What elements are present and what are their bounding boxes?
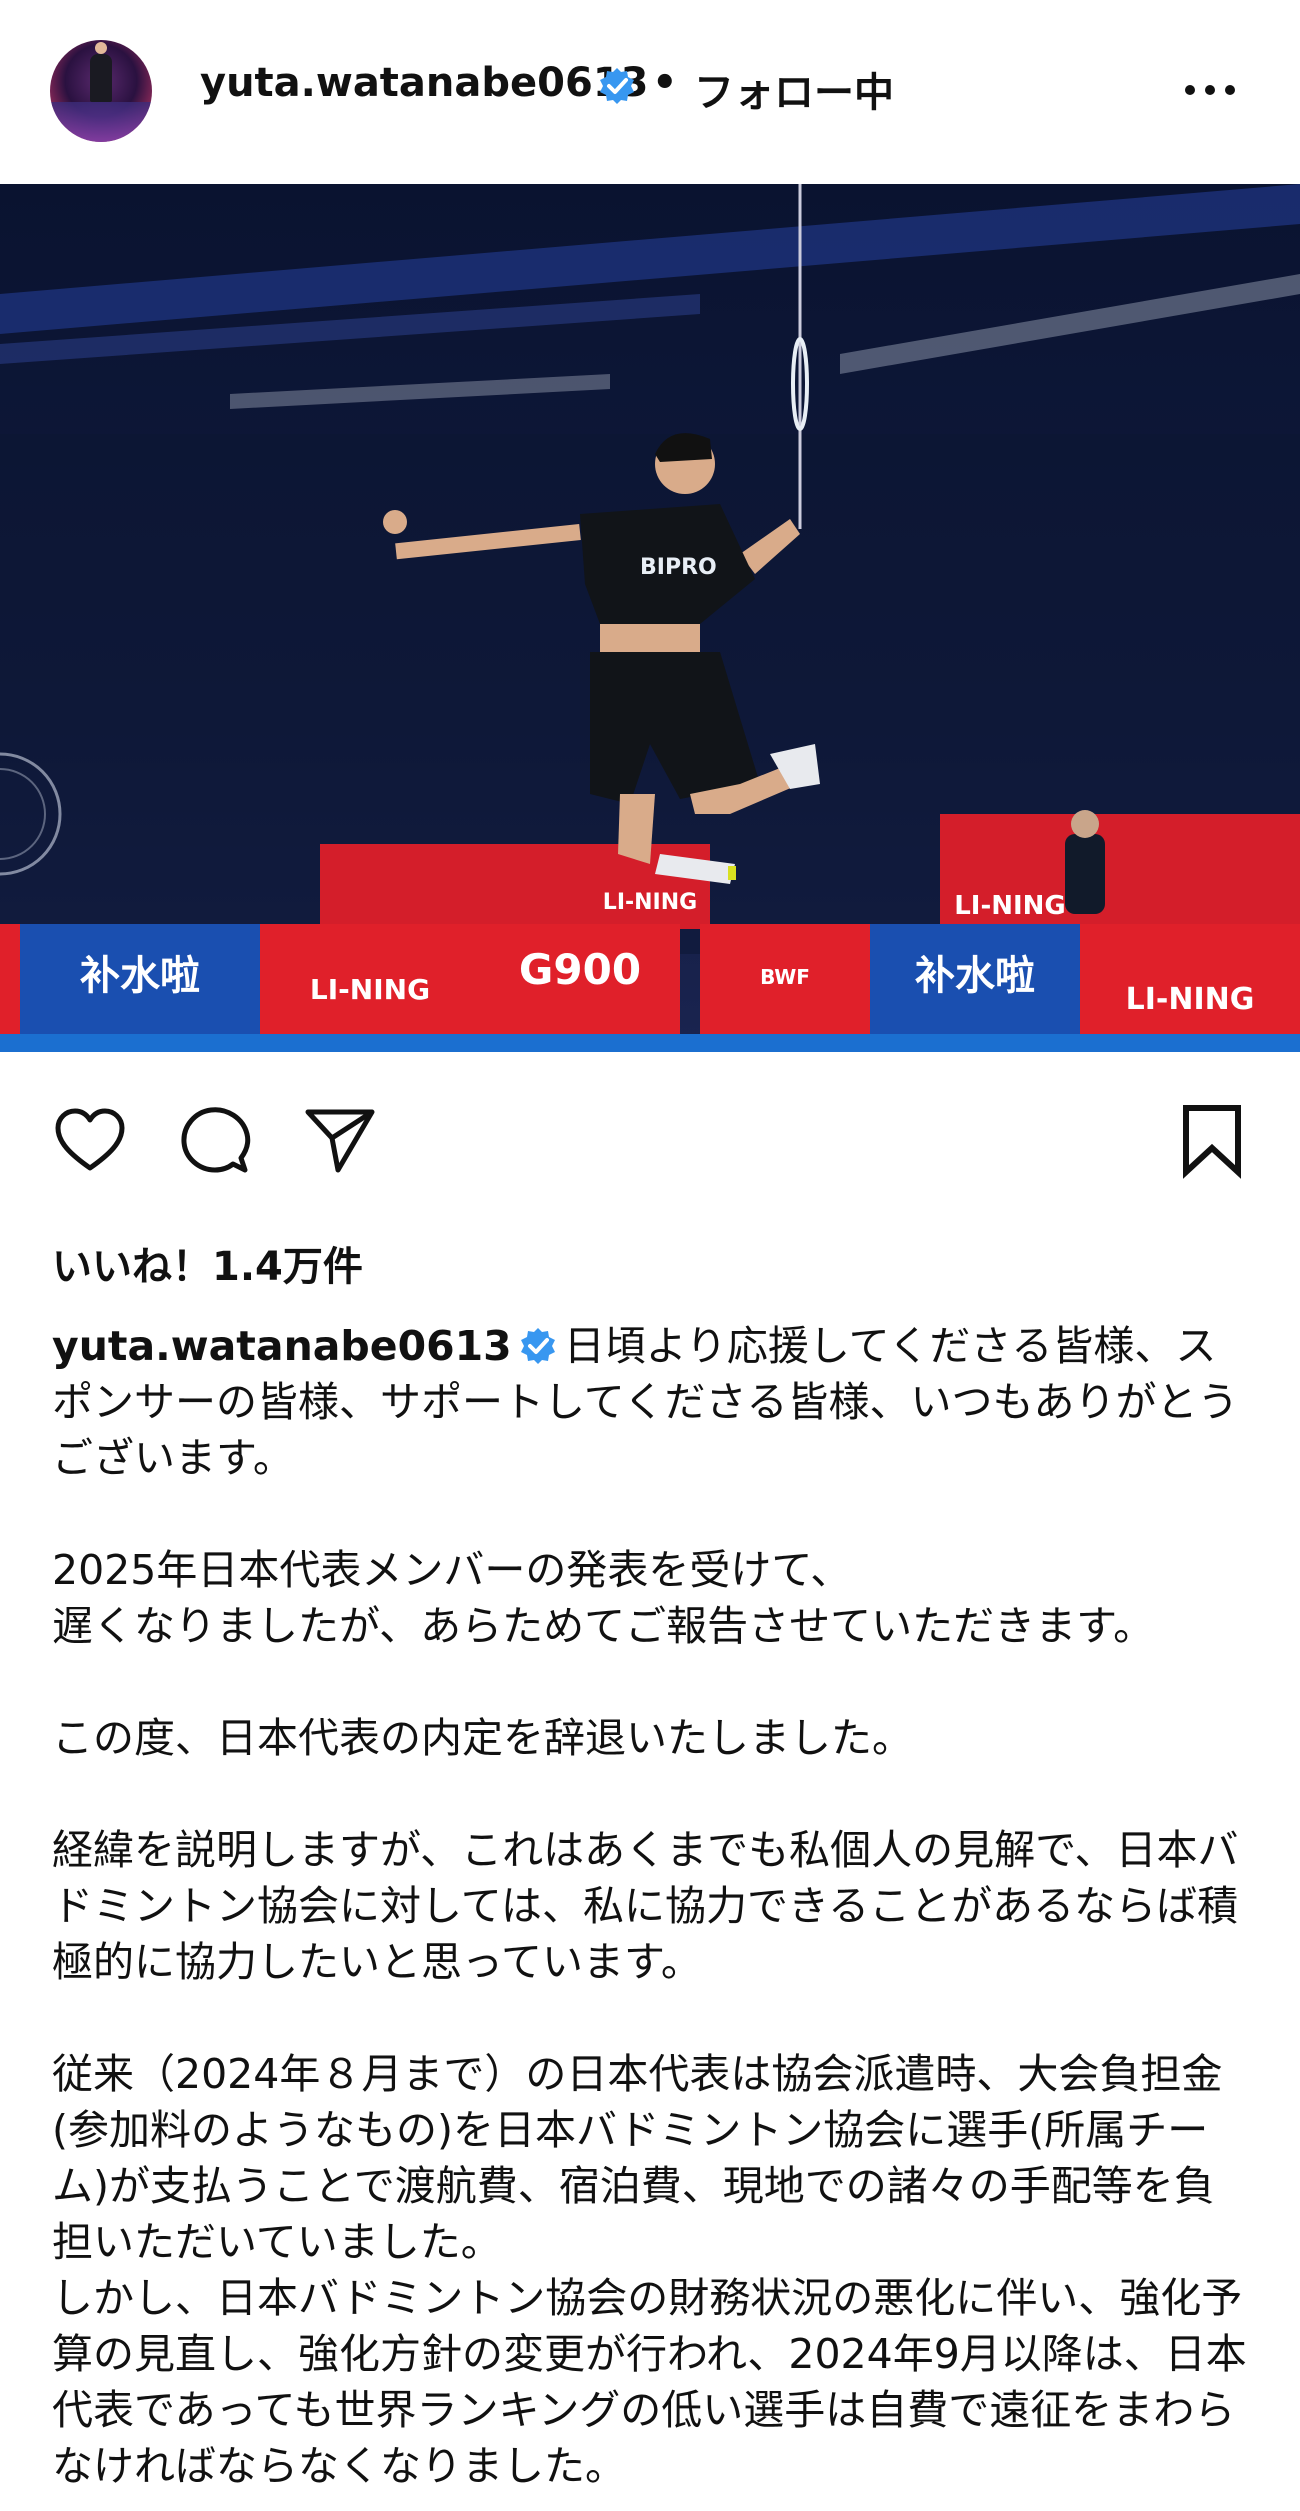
banner-text-7: LI-NING bbox=[954, 891, 1066, 921]
banner-text-5: 补水啦 bbox=[915, 953, 1035, 999]
post-actions bbox=[0, 1100, 1300, 1190]
profile-avatar[interactable] bbox=[50, 40, 152, 142]
svg-text:BIPRO: BIPRO bbox=[640, 555, 717, 580]
post-header: yuta.watanabe0613 • フォロー中 bbox=[0, 0, 1300, 184]
verified-badge-icon bbox=[520, 1328, 555, 1364]
post-image[interactable]: 补水啦 LI-NING G900 BWF 补水啦 LI-NING LI-NING… bbox=[0, 184, 1300, 1052]
banner-text-1: 补水啦 bbox=[80, 953, 200, 999]
avatar-figure bbox=[90, 42, 112, 102]
send-icon[interactable] bbox=[300, 1100, 380, 1180]
bookmark-icon[interactable] bbox=[1172, 1100, 1252, 1180]
follow-status-button[interactable]: フォロー中 bbox=[694, 60, 894, 118]
badminton-photo: 补水啦 LI-NING G900 BWF 补水啦 LI-NING LI-NING… bbox=[0, 184, 1300, 1052]
caption-text: 日頃より応援してくださる皆様、スポンサーの皆様、サポートしてくださる皆様、いつも… bbox=[52, 1322, 1247, 2490]
avatar-background bbox=[50, 102, 152, 142]
banner-text-6: LI-NING bbox=[1126, 982, 1255, 1017]
banner-text-8: LI-NING bbox=[603, 890, 697, 915]
header-username[interactable]: yuta.watanabe0613 bbox=[200, 60, 648, 106]
caption-username[interactable]: yuta.watanabe0613 bbox=[52, 1322, 512, 1370]
post-caption: yuta.watanabe0613 日頃より応援してくださる皆様、スポンサーの皆様… bbox=[52, 1318, 1252, 2494]
banner-text-4: BWF bbox=[760, 965, 810, 989]
banner-text-3: G900 bbox=[519, 945, 641, 994]
banner-text-2: LI-NING bbox=[310, 973, 430, 1006]
header-separator: • bbox=[652, 60, 678, 106]
more-options-icon[interactable] bbox=[1180, 70, 1240, 110]
comment-icon[interactable] bbox=[175, 1100, 255, 1180]
verified-badge-icon bbox=[600, 68, 634, 104]
likes-count[interactable]: いいね！1.4万件 bbox=[52, 1234, 363, 1292]
heart-icon[interactable] bbox=[50, 1100, 130, 1180]
